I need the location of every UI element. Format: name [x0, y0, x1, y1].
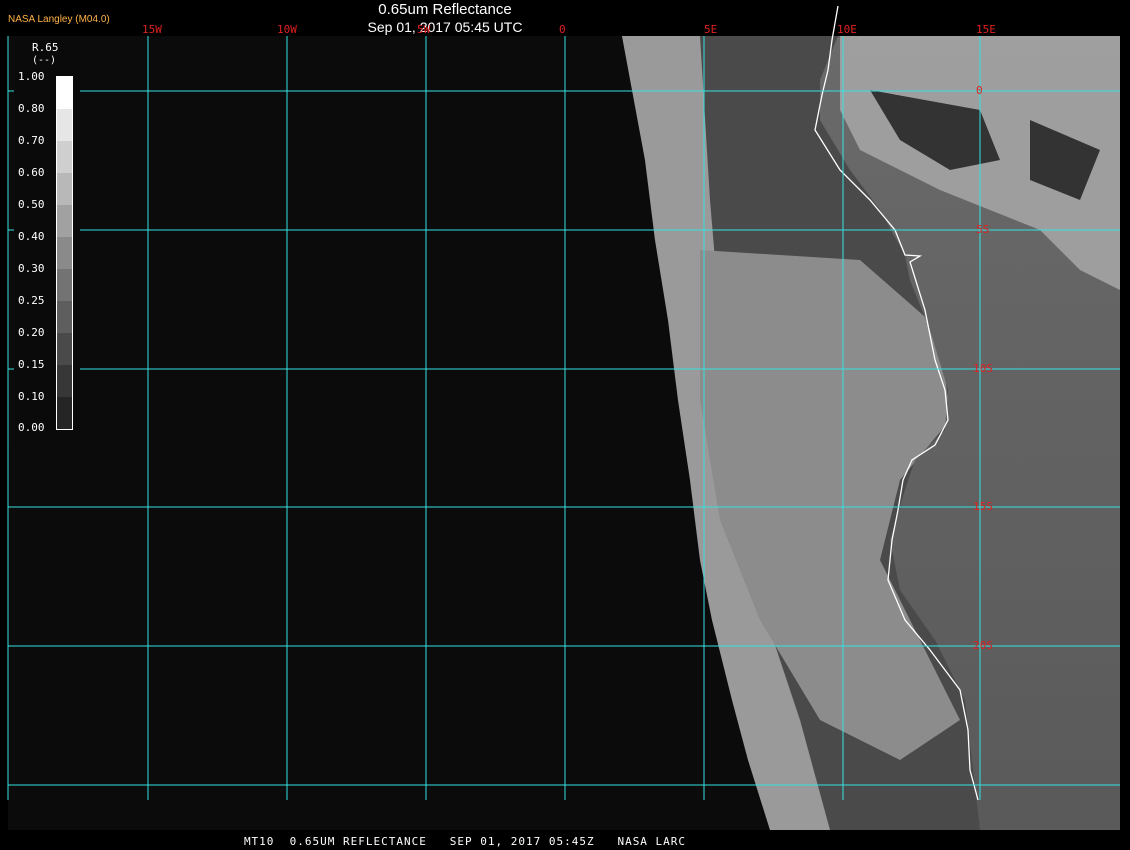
satellite-image-frame: NASA Langley (M04.0) 0.65um Reflectance … [0, 0, 1130, 850]
legend-tick: 0.40 [18, 230, 45, 243]
lon-label-10w: 10W [277, 23, 297, 36]
legend-tick: 0.60 [18, 166, 45, 179]
lon-label-15e: 15E [976, 23, 996, 36]
lon-label-0: 0 [559, 23, 566, 36]
legend-tick: 0.50 [18, 198, 45, 211]
lon-label-5e: 5E [704, 23, 718, 36]
legend-unit: (--) [32, 55, 57, 66]
legend-tick: 0.70 [18, 134, 45, 147]
lon-label-5w: 5W [417, 23, 431, 36]
map-title: 0.65um Reflectance [378, 1, 512, 18]
legend-colorbar [56, 76, 73, 430]
legend-tick: 1.00 [18, 70, 45, 83]
lat-label-0: 0 [976, 84, 983, 97]
legend-tick: 0.00 [18, 421, 45, 434]
legend-tick: 0.80 [18, 102, 45, 115]
legend-tick: 0.15 [18, 358, 45, 371]
lat-label-15s: 15S [973, 500, 993, 513]
lat-label-20s: 20S [973, 639, 993, 652]
lat-label-10s: 10S [973, 362, 993, 375]
satellite-map [7, 5, 1120, 830]
legend-tick: 0.10 [18, 390, 45, 403]
lon-label-10e: 10E [837, 23, 857, 36]
color-legend: R.65 (--) 1.00 0.80 0.70 0.60 0.50 0.40 … [14, 38, 80, 442]
lat-label-5s: 5S [976, 223, 990, 236]
legend-tick: 0.20 [18, 326, 45, 339]
footer-caption: MT10 0.65UM REFLECTANCE SEP 01, 2017 05:… [243, 835, 687, 848]
legend-tick: 0.30 [18, 262, 45, 275]
legend-tick: 0.25 [18, 294, 45, 307]
legend-title: R.65 [32, 41, 59, 54]
lon-label-15w: 15W [142, 23, 162, 36]
